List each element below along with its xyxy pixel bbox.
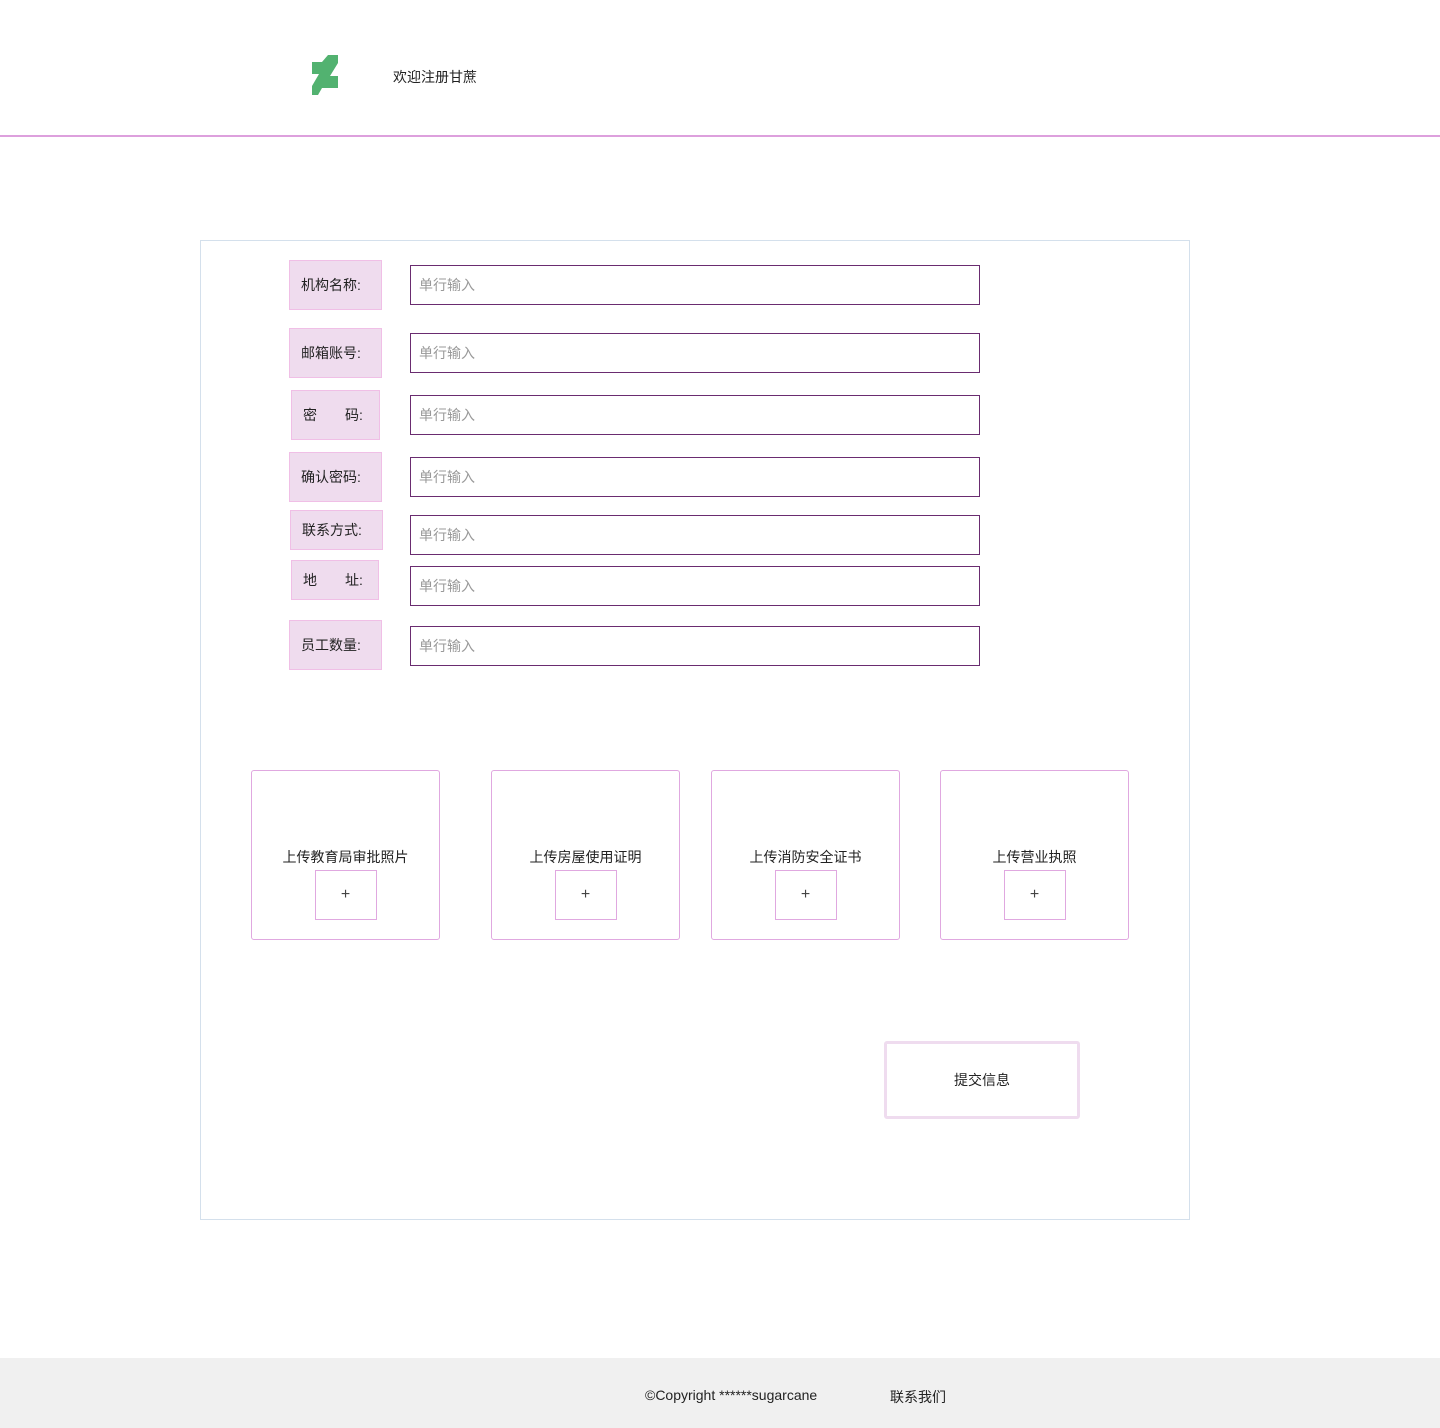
field-label-email: 邮箱账号: [289,328,382,378]
upload-fire-safety: 上传消防安全证书 + [711,770,900,940]
upload-plus-button[interactable]: + [554,870,617,920]
address-input[interactable] [410,566,980,606]
upload-business-license: 上传营业执照 + [940,770,1129,940]
field-label-confirm-password: 确认密码: [289,452,382,502]
field-label-staff-count: 员工数量: [289,620,382,670]
upload-label: 上传消防安全证书 [749,849,862,865]
field-label-contact: 联系方式: [290,510,383,550]
email-input[interactable] [410,333,980,373]
upload-label: 上传营业执照 [992,849,1077,865]
contact-us-link[interactable]: 联系我们 [890,1387,946,1407]
submit-button[interactable]: 提交信息 [884,1041,1080,1119]
field-label-org-name: 机构名称: [289,260,382,310]
upload-housing-proof: 上传房屋使用证明 + [491,770,680,940]
header-title: 欢迎注册甘蔗 [393,69,477,85]
logo-icon [310,55,340,95]
field-label-password: 密 码: [291,390,380,440]
upload-education-approval: 上传教育局审批照片 + [251,770,440,940]
upload-label: 上传房屋使用证明 [529,849,642,865]
upload-plus-button[interactable]: + [774,870,837,920]
confirm-password-input[interactable] [410,457,980,497]
contact-input[interactable] [410,515,980,555]
upload-plus-button[interactable]: + [314,870,377,920]
password-input[interactable] [410,395,980,435]
staff-count-input[interactable] [410,626,980,666]
org-name-input[interactable] [410,265,980,305]
header-divider [0,135,1440,137]
field-label-address: 地 址: [291,560,379,600]
upload-label: 上传教育局审批照片 [282,849,409,865]
upload-plus-button[interactable]: + [1003,870,1066,920]
copyright-text: ©Copyright ******sugarcane [645,1387,818,1403]
